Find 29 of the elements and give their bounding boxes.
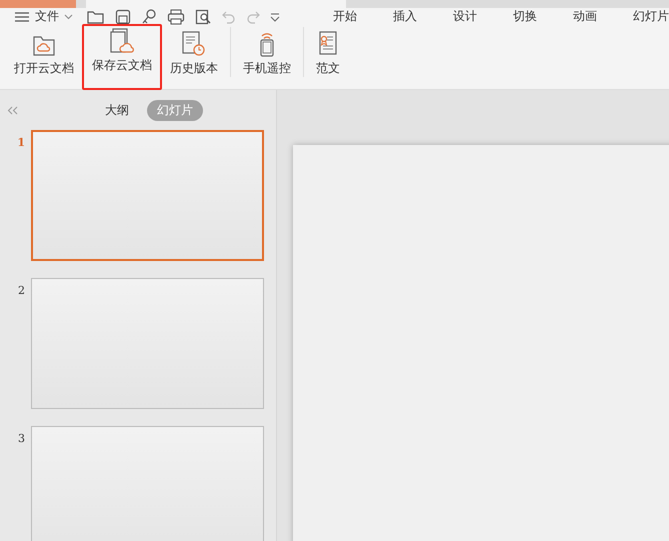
ribbon-tab[interactable]: 设计	[453, 8, 513, 25]
document-cloud-icon	[109, 28, 135, 54]
document-clock-icon	[181, 31, 207, 57]
chevron-down-icon	[64, 14, 73, 20]
ribbon-tab[interactable]: 切换	[513, 8, 573, 25]
ribbon-button[interactable]: 范文	[312, 27, 344, 85]
ribbon-button[interactable]: 历史版本	[166, 27, 222, 85]
ribbon-button[interactable]: 手机遥控	[239, 27, 295, 85]
menu-icon	[14, 10, 30, 22]
ribbon-button[interactable]: 打开云文档	[10, 27, 78, 85]
slide-thumbnail[interactable]	[31, 130, 264, 261]
file-menu[interactable]: 文件	[14, 8, 73, 25]
slide-thumbnail[interactable]	[31, 426, 264, 541]
save-icon[interactable]	[115, 8, 131, 24]
key-icon[interactable]	[141, 8, 157, 24]
printer-icon[interactable]	[167, 8, 185, 24]
dropdown-icon[interactable]	[270, 12, 280, 22]
ribbon-tab[interactable]: 幻灯片	[633, 8, 669, 25]
certificate-icon	[317, 31, 339, 57]
print-preview-icon[interactable]	[195, 8, 212, 24]
slide-number: 1	[16, 135, 26, 149]
ribbon-tab[interactable]: 动画	[573, 8, 633, 25]
ribbon-tab[interactable]: 开始	[333, 8, 393, 25]
folder-icon[interactable]	[87, 8, 105, 24]
slide-number: 2	[17, 283, 26, 297]
slide-thumbnail[interactable]	[31, 278, 264, 409]
panel-tab[interactable]: 大纲	[95, 100, 139, 120]
ribbon-tab[interactable]: 插入	[393, 8, 453, 25]
slide-number: 3	[17, 431, 26, 445]
